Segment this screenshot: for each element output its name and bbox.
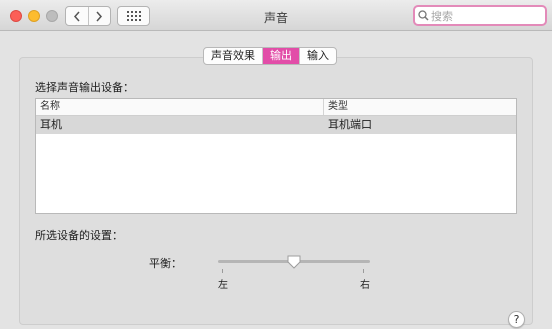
- tab-sound-effects[interactable]: 声音效果: [204, 48, 262, 64]
- slider-tick-right: [363, 269, 364, 273]
- column-header-name[interactable]: 名称: [36, 99, 324, 115]
- tab-input[interactable]: 输入: [299, 48, 336, 64]
- device-type: 耳机端口: [328, 118, 372, 131]
- output-device-table[interactable]: 名称 类型 耳机 耳机端口: [35, 98, 517, 214]
- table-header: 名称 类型: [36, 99, 516, 116]
- balance-slider-thumb[interactable]: [287, 255, 301, 269]
- help-button[interactable]: ?: [508, 311, 525, 328]
- balance-left-label: 左: [218, 280, 228, 291]
- table-row[interactable]: 耳机 耳机端口: [36, 116, 516, 134]
- balance-right-label: 右: [360, 280, 370, 291]
- device-settings-label: 所选设备的设置：: [35, 229, 123, 242]
- search-icon: [418, 10, 429, 21]
- balance-label: 平衡：: [149, 257, 182, 270]
- device-name: 耳机: [40, 118, 62, 131]
- search-input[interactable]: 搜索: [413, 5, 547, 26]
- title-bar: 声音 搜索: [0, 0, 552, 31]
- slider-tick-left: [222, 269, 223, 273]
- tab-bar: 声音效果 输出 输入: [203, 47, 337, 65]
- select-device-label: 选择声音输出设备：: [35, 81, 134, 94]
- search-placeholder: 搜索: [431, 9, 453, 23]
- column-header-type[interactable]: 类型: [324, 99, 516, 115]
- tab-output[interactable]: 输出: [262, 48, 299, 64]
